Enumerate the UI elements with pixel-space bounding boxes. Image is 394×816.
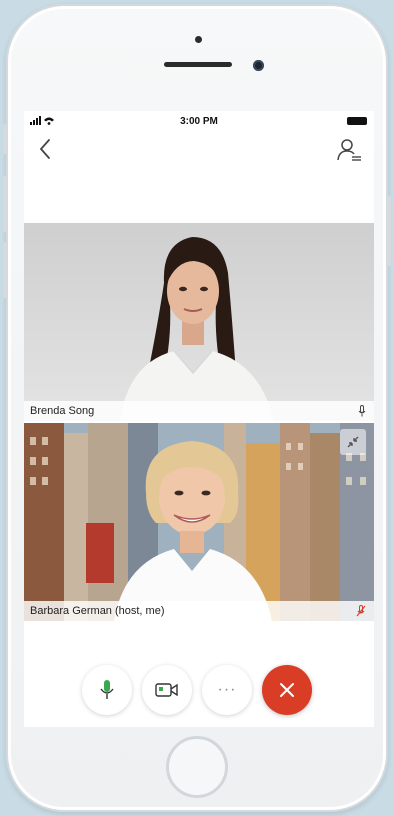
self-name: Barbara German (host, me)	[30, 605, 165, 617]
volume-down-button	[3, 242, 7, 298]
mute-switch	[3, 124, 7, 154]
more-icon: ···	[217, 681, 237, 698]
end-call-button[interactable]	[262, 665, 312, 715]
self-video-feed	[24, 423, 374, 621]
status-bar: 3:00 PM	[24, 111, 374, 131]
video-camera-icon	[155, 683, 178, 697]
mute-button[interactable]	[82, 665, 132, 715]
back-button[interactable]	[38, 137, 60, 163]
participants-icon	[337, 139, 361, 161]
collapse-icon	[347, 436, 359, 448]
participant-name-bar: Brenda Song	[24, 401, 374, 421]
microphone-icon	[358, 405, 366, 417]
participant-video-feed	[24, 223, 374, 421]
call-nav-bar	[24, 131, 374, 171]
proximity-sensor	[195, 36, 202, 43]
call-controls: ···	[24, 661, 374, 717]
video-tile-remote[interactable]: Brenda Song	[24, 223, 374, 421]
swap-view-button[interactable]	[340, 429, 366, 455]
participant-name: Brenda Song	[30, 405, 95, 417]
battery-icon	[347, 117, 367, 125]
earpiece-speaker	[164, 62, 232, 67]
video-toggle-button[interactable]	[142, 665, 192, 715]
more-options-button[interactable]: ···	[202, 665, 252, 715]
status-time: 3:00 PM	[180, 116, 218, 127]
app-screen: 3:00 PM Brenda Song Barbara German (host…	[24, 111, 374, 727]
chevron-left-icon	[39, 139, 50, 159]
muted-microphone-icon	[356, 605, 366, 617]
front-camera	[253, 60, 264, 71]
self-name-bar: Barbara German (host, me)	[24, 601, 374, 621]
power-button	[387, 196, 391, 266]
home-button[interactable]	[166, 736, 228, 798]
microphone-icon	[100, 680, 114, 699]
video-tile-self[interactable]: Barbara German (host, me)	[24, 423, 374, 621]
participants-button[interactable]	[336, 137, 362, 163]
volume-up-button	[3, 176, 7, 232]
end-call-icon	[280, 683, 294, 697]
